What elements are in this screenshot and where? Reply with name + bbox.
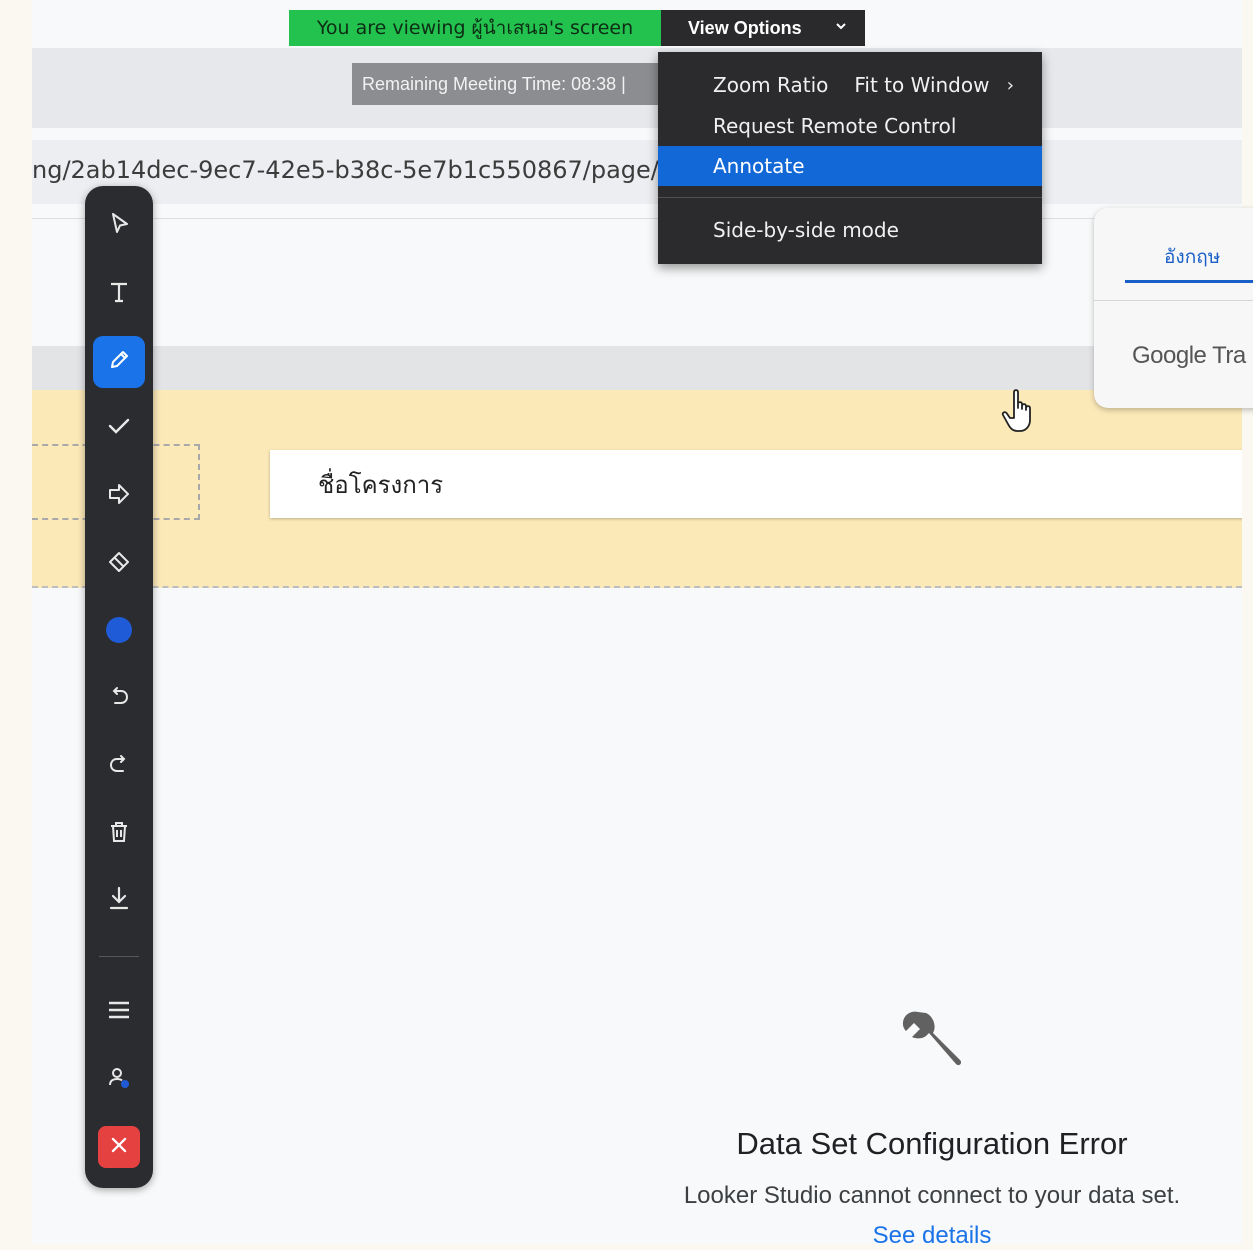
eraser-tool[interactable]	[93, 538, 145, 590]
view-options-button[interactable]: View Options	[661, 10, 865, 46]
menu-item-request-remote-control[interactable]: Request Remote Control	[658, 106, 1042, 146]
save-icon	[104, 883, 134, 918]
eraser-icon	[104, 547, 134, 582]
report-header-area	[32, 218, 1242, 349]
zoom-ratio-label: Zoom Ratio	[713, 73, 829, 97]
remaining-time-text: Remaining Meeting Time: 08:38 |	[362, 73, 626, 94]
menu-item-zoom-ratio[interactable]: Zoom Ratio Fit to Window ›	[658, 65, 1042, 105]
spotlight-tool[interactable]	[93, 470, 145, 522]
text-icon	[104, 277, 134, 312]
project-title-text: ชื่อโครงการ	[318, 470, 444, 499]
view-options-menu: Zoom Ratio Fit to Window › Request Remot…	[658, 52, 1042, 264]
save-tool[interactable]	[93, 874, 145, 926]
report-toolbar-strip	[32, 346, 1242, 390]
close-icon	[106, 1132, 132, 1163]
clear-tool[interactable]	[93, 808, 145, 860]
see-details-link[interactable]: See details	[620, 1222, 1244, 1250]
error-title: Data Set Configuration Error	[736, 1126, 1128, 1161]
translate-popup: อังกฤษ Google Tra	[1094, 208, 1253, 408]
toolbar-divider	[99, 956, 139, 957]
draw-icon	[104, 345, 134, 380]
translate-language-tab[interactable]: อังกฤษ	[1164, 242, 1220, 272]
remaining-meeting-time: Remaining Meeting Time: 08:38 |	[352, 63, 658, 105]
viewing-screen-text: You are viewing ผู้นำเสนอ's screen	[316, 17, 634, 39]
undo-icon	[104, 681, 134, 716]
request-remote-control-label: Request Remote Control	[713, 114, 957, 138]
redo-tool[interactable]	[93, 740, 145, 792]
menu-divider	[658, 197, 1042, 198]
select-tool[interactable]	[93, 200, 145, 252]
undo-tool[interactable]	[93, 672, 145, 724]
url-text: ng/2ab14dec-9ec7-42e5-b38c-5e7b1c550867/…	[32, 156, 659, 184]
chevron-down-icon	[835, 19, 847, 34]
tab-active-indicator	[1125, 280, 1253, 283]
participant-icon	[104, 1063, 134, 1098]
side-by-side-label: Side-by-side mode	[713, 218, 899, 242]
view-options-label: View Options	[688, 17, 802, 38]
participant-tool[interactable]	[93, 1054, 145, 1106]
hand-pointer-icon	[1000, 388, 1040, 434]
annotate-label: Annotate	[713, 154, 805, 178]
chevron-right-icon: ›	[1006, 74, 1014, 96]
menu-item-side-by-side[interactable]: Side-by-side mode	[658, 210, 1042, 250]
redo-icon	[104, 749, 134, 784]
zoom-ratio-value: Fit to Window	[854, 73, 990, 97]
stamp-tool[interactable]	[93, 402, 145, 454]
translate-divider	[1094, 300, 1253, 301]
viewing-screen-banner: You are viewing ผู้นำเสนอ's screen	[289, 10, 661, 46]
project-title-card[interactable]: ชื่อโครงการ	[270, 450, 1242, 518]
error-description: Looker Studio cannot connect to your dat…	[683, 1182, 1181, 1209]
menu-icon	[104, 995, 134, 1030]
draw-tool[interactable]	[93, 336, 145, 388]
color-tool[interactable]	[93, 606, 145, 658]
menu-tool[interactable]	[93, 986, 145, 1038]
annotation-toolbar	[85, 186, 153, 1188]
spotlight-icon	[104, 479, 134, 514]
color-icon	[104, 615, 134, 650]
text-tool[interactable]	[93, 268, 145, 320]
shared-screen: ng/2ab14dec-9ec7-42e5-b38c-5e7b1c550867/…	[32, 0, 1242, 1244]
menu-item-annotate[interactable]: Annotate	[658, 146, 1042, 186]
stamp-icon	[104, 411, 134, 446]
select-icon	[104, 209, 134, 244]
wrench-icon	[896, 1004, 970, 1078]
clear-icon	[104, 817, 134, 852]
google-translate-logo-text: Google Tra	[1132, 342, 1246, 369]
close-annotation-button[interactable]	[98, 1126, 140, 1168]
